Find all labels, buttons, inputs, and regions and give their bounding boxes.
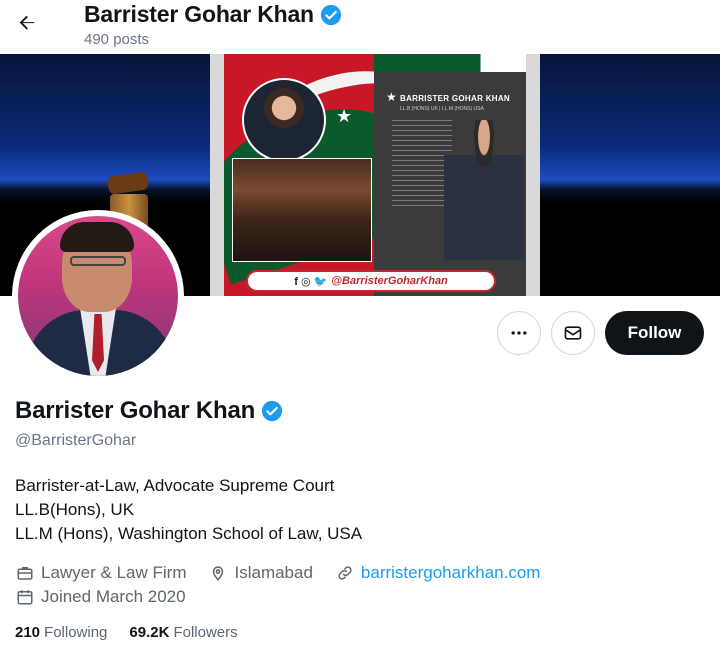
avatar-hair bbox=[60, 222, 134, 252]
back-button[interactable] bbox=[12, 8, 42, 38]
magazine-title: BARRISTER GOHAR KHAN bbox=[400, 94, 510, 103]
followers-count: 69.2K bbox=[129, 624, 170, 641]
followers-label: Followers bbox=[173, 624, 238, 641]
mail-icon bbox=[564, 326, 582, 340]
following-label: Following bbox=[44, 624, 108, 641]
bio-line: LL.B(Hons), UK bbox=[15, 500, 135, 519]
magazine-right-page: ★ BARRISTER GOHAR KHAN LL.B (HONS) UK | … bbox=[374, 54, 526, 296]
following-link[interactable]: 210 Following bbox=[15, 624, 107, 641]
header-title: Barrister Gohar Khan bbox=[84, 1, 342, 28]
social-handle-pill: f ◎ 🐦 @BarristerGoharKhan bbox=[246, 270, 496, 292]
verified-badge-icon bbox=[320, 4, 341, 25]
briefcase-icon bbox=[15, 563, 35, 583]
link-icon bbox=[335, 563, 355, 583]
location-pin-icon bbox=[208, 563, 228, 583]
follow-stats: 210 Following 69.2K Followers bbox=[15, 624, 238, 641]
star-icon: ★ bbox=[336, 106, 353, 126]
post-count: 490 posts bbox=[84, 31, 150, 48]
followers-link[interactable]: 69.2K Followers bbox=[129, 624, 237, 641]
speaker-photo bbox=[444, 120, 524, 260]
profile-joined: Joined March 2020 bbox=[41, 587, 186, 606]
profile-handle: @BarristerGohar bbox=[15, 432, 137, 449]
following-count: 210 bbox=[15, 624, 41, 641]
star-icon: ★ bbox=[386, 90, 397, 104]
magazine-left-page: ★ bbox=[224, 54, 374, 296]
profile-bio: Barrister-at-Law, Advocate Supreme Court… bbox=[15, 474, 362, 546]
portrait-photo bbox=[242, 78, 326, 162]
top-bar: Barrister Gohar Khan 490 posts bbox=[0, 0, 720, 54]
message-button[interactable] bbox=[551, 311, 595, 355]
profile-category: Lawyer & Law Firm bbox=[41, 563, 187, 582]
banner-right-bg bbox=[540, 54, 720, 296]
bio-line: Barrister-at-Law, Advocate Supreme Court bbox=[15, 476, 335, 495]
flag-strip bbox=[374, 54, 526, 72]
more-icon bbox=[511, 331, 527, 335]
profile-meta-row: Lawyer & Law Firm Islamabad barristergoh… bbox=[15, 563, 540, 583]
assembly-photo bbox=[232, 158, 372, 262]
profile-website-link[interactable]: barristergoharkhan.com bbox=[361, 563, 541, 583]
avatar-photo bbox=[18, 216, 178, 376]
calendar-icon bbox=[15, 587, 35, 607]
profile-joined-row: Joined March 2020 bbox=[15, 587, 186, 607]
verified-badge-icon[interactable] bbox=[261, 400, 283, 422]
arrow-left-icon bbox=[19, 15, 35, 30]
avatar-glasses bbox=[70, 256, 126, 266]
profile-name: Barrister Gohar Khan bbox=[15, 397, 256, 424]
magazine-spread: ★ ★ BARRISTER GOHAR KHAN LL.B (HONS) UK … bbox=[210, 54, 540, 296]
follow-button[interactable]: Follow bbox=[605, 311, 704, 355]
magazine-text-block bbox=[392, 120, 452, 210]
more-button[interactable] bbox=[497, 311, 541, 355]
social-icons: f ◎ 🐦 bbox=[294, 275, 328, 288]
profile-avatar[interactable] bbox=[12, 210, 184, 382]
header-name: Barrister Gohar Khan bbox=[84, 1, 314, 27]
bio-line: LL.M (Hons), Washington School of Law, U… bbox=[15, 524, 363, 543]
magazine-subtitle: LL.B (HONS) UK | LL.M (HONS) USA bbox=[400, 106, 484, 112]
social-handle: @BarristerGoharKhan bbox=[331, 275, 448, 287]
profile-location: Islamabad bbox=[234, 563, 313, 582]
profile-name-row: Barrister Gohar Khan bbox=[15, 397, 283, 425]
